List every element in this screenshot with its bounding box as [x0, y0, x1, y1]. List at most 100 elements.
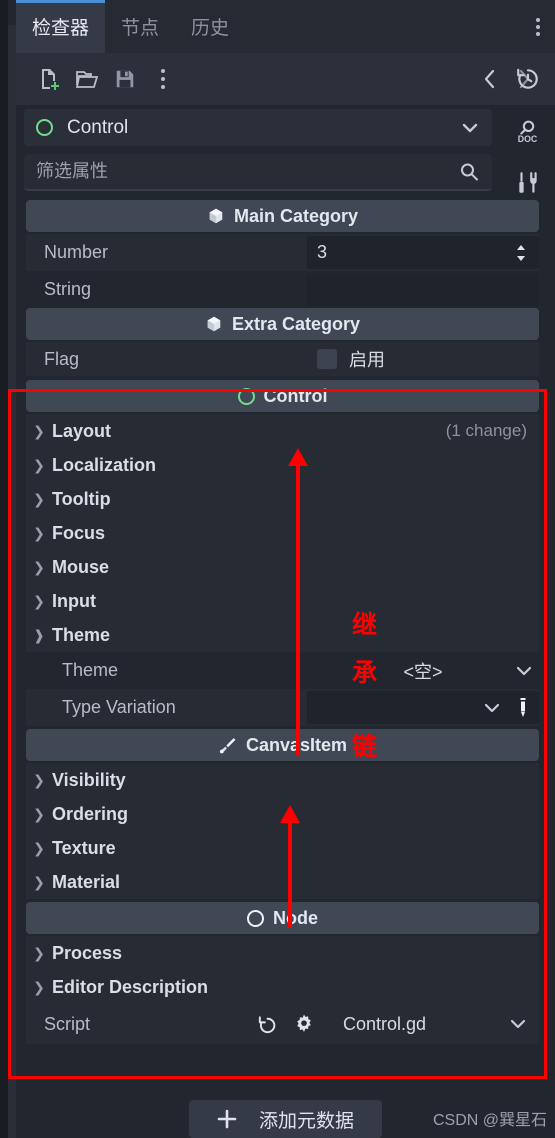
chevron-right-icon: ❯ [33, 805, 45, 822]
property-label: Theme [62, 660, 119, 680]
selected-node-label: Control [67, 116, 129, 138]
chevron-right-icon: ❯ [33, 524, 45, 541]
chevron-down-icon[interactable] [460, 121, 480, 135]
type-variation-field[interactable] [307, 691, 539, 724]
property-label: Type Variation [62, 697, 176, 717]
chevron-down-icon: ❱ [33, 626, 45, 643]
group-process[interactable]: ❯ Process [26, 936, 539, 970]
group-label: Process [52, 942, 123, 963]
chevron-right-icon: ❯ [33, 456, 45, 473]
group-label: Theme [52, 624, 111, 645]
properties-list: Main Category Number 3 String Extra Cate… [26, 200, 539, 1044]
group-label: Ordering [52, 803, 129, 824]
inner-gutter [8, 25, 16, 1138]
chevron-right-icon: ❯ [33, 978, 45, 995]
chevron-right-icon: ❯ [33, 558, 45, 575]
tab-history[interactable]: 历史 [175, 0, 245, 53]
open-folder-icon[interactable] [68, 62, 106, 96]
group-focus[interactable]: ❯ Focus [26, 516, 539, 550]
chevron-down-icon[interactable] [509, 1018, 527, 1030]
group-visibility[interactable]: ❯ Visibility [26, 763, 539, 797]
plus-icon [217, 1109, 237, 1129]
white-ring-icon [247, 909, 264, 927]
category-main-category[interactable]: Main Category [26, 200, 539, 232]
group-label: Layout [52, 420, 112, 441]
add-metadata-area: 添加元数据 [16, 1100, 555, 1138]
property-row-type-variation[interactable]: Type Variation [26, 689, 539, 726]
script-icon-group [256, 1013, 315, 1036]
group-label: Mouse [52, 556, 110, 577]
group-editor-description[interactable]: ❯ Editor Description [26, 970, 539, 1004]
inspector-panel: 检查器 节点 历史 DOC Control 筛选属性 Main Category… [0, 0, 555, 1138]
chevron-right-icon: ❯ [33, 944, 45, 961]
flag-value-label: 启用 [349, 350, 385, 370]
group-layout[interactable]: ❯ Layout (1 change) [26, 414, 539, 448]
tab-node-label: 节点 [121, 18, 160, 39]
group-texture[interactable]: ❯ Texture [26, 831, 539, 865]
group-ordering[interactable]: ❯ Ordering [26, 797, 539, 831]
chevron-down-icon[interactable] [515, 665, 533, 677]
save-icon[interactable] [106, 62, 144, 96]
group-theme[interactable]: ❱ Theme [26, 618, 539, 652]
search-input[interactable] [36, 161, 458, 182]
property-row-number[interactable]: Number 3 [26, 234, 539, 271]
group-input[interactable]: ❯ Input [26, 584, 539, 618]
search-doc-icon[interactable]: DOC [500, 105, 555, 157]
script-row[interactable]: Script Control.gd [26, 1004, 539, 1044]
cube-icon [207, 207, 225, 225]
node-type-selector[interactable]: Control [24, 109, 492, 146]
category-label: Node [273, 907, 318, 928]
chevron-right-icon: ❯ [33, 839, 45, 856]
gear-icon[interactable] [293, 1013, 315, 1035]
toolbar-kebab-menu-icon[interactable] [144, 62, 182, 96]
group-mouse[interactable]: ❯ Mouse [26, 550, 539, 584]
theme-value: <空> [403, 661, 443, 682]
flag-checkbox-group[interactable]: 启用 [307, 344, 539, 374]
green-ring-icon [237, 387, 255, 405]
group-label: Material [52, 871, 121, 892]
script-filename: Control.gd [343, 1013, 427, 1034]
search-icon[interactable] [458, 161, 480, 183]
brush-icon [218, 736, 237, 755]
category-label: CanvasItem [245, 734, 348, 755]
group-tooltip[interactable]: ❯ Tooltip [26, 482, 539, 516]
tab-inspector[interactable]: 检查器 [16, 0, 106, 53]
category-control[interactable]: Control [26, 380, 539, 412]
filter-properties-box[interactable] [24, 154, 492, 191]
checkbox-icon[interactable] [317, 349, 337, 369]
category-node[interactable]: Node [26, 902, 539, 934]
group-label: Input [52, 590, 96, 611]
category-label: Extra Category [231, 313, 361, 334]
outer-gutter [0, 0, 8, 1138]
property-label: Number [44, 242, 109, 262]
group-material[interactable]: ❯ Material [26, 865, 539, 899]
revert-icon[interactable] [256, 1013, 279, 1036]
chevron-down-icon[interactable] [483, 702, 501, 714]
number-value: 3 [317, 242, 328, 262]
property-row-string[interactable]: String [26, 271, 539, 308]
group-label: Tooltip [52, 488, 111, 509]
edit-pencil-icon[interactable] [517, 697, 529, 719]
group-label: Texture [52, 837, 116, 858]
chevron-right-icon: ❯ [33, 592, 45, 609]
number-field[interactable]: 3 [307, 236, 539, 269]
new-file-icon[interactable] [30, 62, 68, 96]
category-label: Control [263, 385, 328, 406]
category-canvasitem[interactable]: CanvasItem [26, 729, 539, 761]
cube-icon [205, 315, 223, 333]
tab-node[interactable]: 节点 [105, 0, 175, 53]
history-icon[interactable] [500, 53, 555, 105]
properties-panel: Main Category Number 3 String Extra Cate… [16, 200, 555, 1138]
add-metadata-button[interactable]: 添加元数据 [188, 1100, 382, 1138]
category-extra-category[interactable]: Extra Category [26, 308, 539, 340]
kebab-menu-icon[interactable] [521, 0, 555, 53]
group-localization[interactable]: ❯ Localization [26, 448, 539, 482]
property-row-theme[interactable]: Theme <空> [26, 652, 539, 689]
property-row-flag[interactable]: Flag 启用 [26, 342, 539, 376]
script-value-field[interactable]: Control.gd [315, 1014, 539, 1035]
string-field[interactable] [307, 273, 539, 306]
spinner-icon[interactable] [513, 242, 529, 264]
add-metadata-label: 添加元数据 [258, 1110, 354, 1132]
script-label: Script [44, 1013, 91, 1034]
theme-dropdown[interactable]: <空> [307, 654, 539, 687]
